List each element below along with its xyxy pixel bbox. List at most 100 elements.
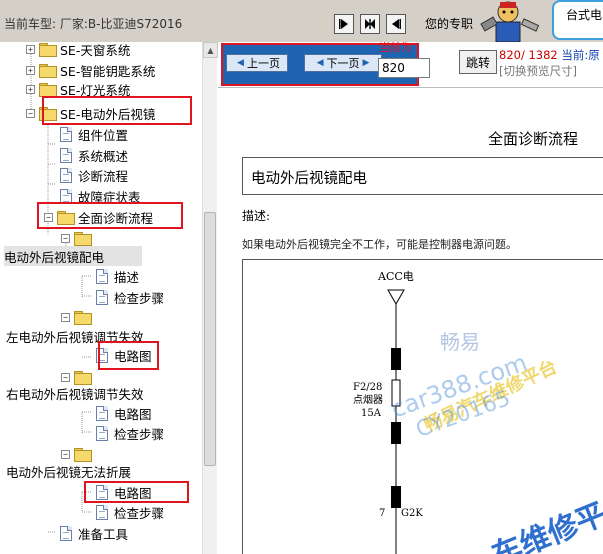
folder-open-icon xyxy=(74,370,92,385)
document-icon xyxy=(60,525,72,541)
arrow-left-small-icon: ◀ xyxy=(316,58,324,68)
jump-button[interactable]: 跳转 xyxy=(459,50,497,74)
document-icon xyxy=(96,504,108,520)
document-icon xyxy=(96,425,108,441)
connector-block xyxy=(391,486,401,508)
document-icon xyxy=(60,167,72,183)
fuse-label: 15A xyxy=(361,408,382,419)
document-title: 全面诊断流程 xyxy=(488,130,579,148)
folder-open-icon xyxy=(74,231,92,246)
next-page-button[interactable]: ◀ 下一页 ▶ xyxy=(304,54,382,72)
section-header-box: 电动外后视镜配电 xyxy=(242,157,603,195)
tree-item-diagnostic-flow[interactable]: 诊断流程 xyxy=(60,165,128,185)
collapse-icon[interactable]: − xyxy=(61,372,70,382)
folder-open-icon xyxy=(74,447,92,462)
tree-item-smart-key[interactable]: + SE-智能钥匙系统 xyxy=(26,60,155,80)
collapse-icon[interactable]: − xyxy=(61,312,70,322)
collapse-icon[interactable]: − xyxy=(26,108,35,118)
scroll-up-arrow-icon[interactable]: ▲ xyxy=(203,42,218,58)
folder-icon xyxy=(39,42,57,57)
tree-panel: + SE-天窗系统 + SE-智能钥匙系统 + SE-灯光系统 − SE-电动外… xyxy=(0,42,217,554)
tree-item-prep-tools[interactable]: 准备工具 xyxy=(60,523,128,543)
tree-item-label: 电路图 xyxy=(114,406,152,422)
description-label: 描述: xyxy=(242,209,271,223)
tree-scrollbar[interactable]: ▲ xyxy=(202,42,218,554)
tree-item-subfolder[interactable]: − xyxy=(61,307,95,327)
folder-open-icon xyxy=(74,310,92,325)
tree-item-label: 系统概述 xyxy=(78,148,129,164)
next-page-label: 下一页 xyxy=(326,57,360,70)
document-viewer: ◀ 上一页 ◀ 下一页 ▶ 当前为 820 跳转 820/ 1382 当前:原 [切换… xyxy=(218,42,603,554)
scroll-thumb[interactable] xyxy=(204,212,216,466)
power-source-icon xyxy=(387,289,405,306)
tree-item-label: 检查步骤 xyxy=(114,505,165,521)
tree-item-label: 组件位置 xyxy=(78,127,129,143)
circuit-diagram-drawing: ACC电 F2/28 点烟器 15A 7 G2K xyxy=(353,270,423,554)
tree-item-system-overview[interactable]: 系统概述 xyxy=(60,145,128,165)
document-icon xyxy=(96,289,108,305)
expand-icon[interactable]: + xyxy=(26,65,35,75)
fuse-label: F2/28 xyxy=(353,382,382,393)
tree-item-label: 右电动外后视镜调节失效 xyxy=(6,386,144,402)
document-icon xyxy=(96,405,108,421)
expand-icon[interactable]: + xyxy=(26,44,35,54)
tree-item-subfolder[interactable]: − xyxy=(61,228,95,248)
fuse-label: 点烟器 xyxy=(353,393,383,406)
connector-block xyxy=(391,348,401,370)
tree-item-right-mirror-adjust-fail[interactable]: 右电动外后视镜调节失效 xyxy=(6,383,144,403)
tree-item-label: 检查步骤 xyxy=(114,426,165,442)
tree-item-description[interactable]: 描述 xyxy=(96,266,139,286)
tree-item-label: SE-天窗系统 xyxy=(60,42,131,58)
prev-page-button[interactable]: ◀ 上一页 xyxy=(226,54,288,72)
prev-page-label: 上一页 xyxy=(246,57,280,70)
collapse-icon[interactable]: − xyxy=(61,449,70,459)
tree-item-check-steps[interactable]: 检查步骤 xyxy=(96,502,164,522)
tree-item-sunroof[interactable]: + SE-天窗系统 xyxy=(26,42,130,59)
tree-item-label: SE-智能钥匙系统 xyxy=(60,63,156,79)
arrow-right-small-icon: ▶ xyxy=(362,58,370,68)
highlight-box xyxy=(37,202,183,229)
page-count: 820/ 1382 xyxy=(499,48,558,62)
double-arrow-icon xyxy=(365,19,375,29)
expand-icon[interactable]: + xyxy=(26,84,35,94)
tree-item-mirror-power-distribution[interactable]: 电动外后视镜配电 xyxy=(4,246,142,266)
folder-icon xyxy=(39,82,57,97)
document-icon xyxy=(60,147,72,163)
nav-toggle-button[interactable] xyxy=(360,14,380,34)
mechanic-mascot-icon xyxy=(480,1,540,42)
tree-item-component-location[interactable]: 组件位置 xyxy=(60,124,128,144)
tree-item-mirror-fold-fail[interactable]: 电动外后视镜无法折展 xyxy=(6,461,131,481)
tree-item-label: 电动外后视镜无法折展 xyxy=(6,464,132,480)
highlight-box xyxy=(84,481,189,503)
current-page-label: 当前为 xyxy=(379,42,412,54)
collapse-icon[interactable]: − xyxy=(61,233,70,243)
document-icon xyxy=(96,268,108,284)
tree-item-label: 描述 xyxy=(114,269,140,285)
circuit-diagram: ACC电 F2/28 点烟器 15A 7 G2K xyxy=(242,259,603,554)
arrow-left-icon xyxy=(392,19,401,29)
tree-item-label: 检查步骤 xyxy=(114,290,165,306)
page-number-input[interactable]: 820 xyxy=(378,58,430,78)
tree-item-label: 电动外后视镜配电 xyxy=(4,249,105,265)
switch-preview-size-link[interactable]: [切换预览尺寸] xyxy=(499,63,577,79)
nav-button-group xyxy=(334,14,406,34)
nav-forward-button[interactable] xyxy=(334,14,354,34)
highlight-box xyxy=(42,96,192,125)
section-title: 电动外后视镜配电 xyxy=(251,171,367,187)
description-text: 如果电动外后视镜完全不工作，可能是控制器电源问题。 xyxy=(242,238,517,251)
tree-item-check-steps[interactable]: 检查步骤 xyxy=(96,423,164,443)
viewer-toolbar: ◀ 上一页 ◀ 下一页 ▶ 当前为 820 跳转 820/ 1382 当前:原 [切换… xyxy=(218,42,603,88)
arrow-left-small-icon: ◀ xyxy=(237,58,244,68)
folder-icon xyxy=(39,63,57,78)
page-info: 820/ 1382 当前:原 xyxy=(499,47,600,63)
fuse-icon xyxy=(391,379,401,407)
highlight-box xyxy=(98,341,159,370)
tree-item-check-steps[interactable]: 检查步骤 xyxy=(96,287,164,307)
tree-item-circuit-diagram[interactable]: 电路图 xyxy=(96,403,152,423)
top-bar: 当前车型: 厂家:B-比亚迪S72016 您的专职 台式电 xyxy=(0,0,603,42)
acc-source-label: ACC电 xyxy=(377,270,414,283)
connector-label: G2K xyxy=(401,508,423,519)
current-model-label: 当前车型: 厂家:B-比亚迪S72016 xyxy=(4,17,183,31)
nav-back-button[interactable] xyxy=(386,14,406,34)
tree-item-label: 准备工具 xyxy=(78,526,129,542)
